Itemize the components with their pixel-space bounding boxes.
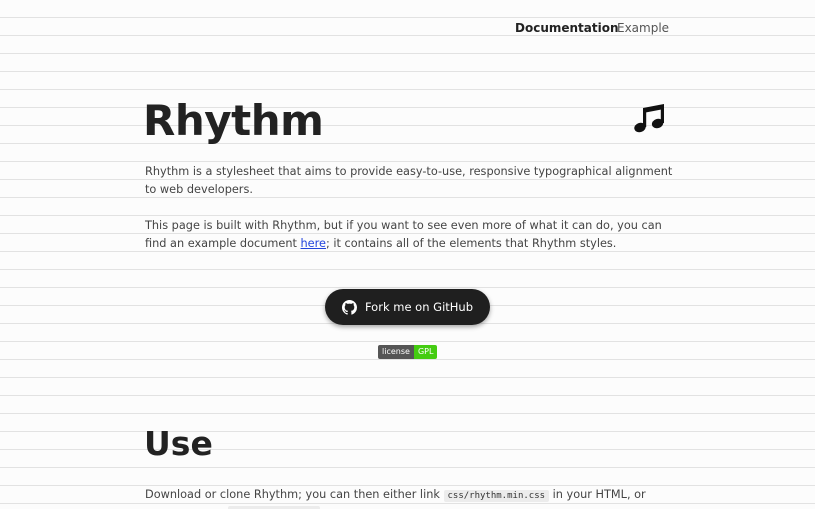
example-document-link[interactable]: here (301, 237, 326, 250)
built-with-text-end: ; it contains all of the elements that R… (325, 237, 617, 250)
use-text-end: in your HTML, or (549, 488, 646, 501)
page-title: Rhythm (143, 96, 324, 145)
use-paragraph: Download or clone Rhythm; you can then e… (145, 486, 680, 505)
license-badge-value: GPL (413, 345, 438, 359)
use-text: Download or clone Rhythm; you can then e… (145, 488, 444, 501)
intro-paragraph: Rhythm is a stylesheet that aims to prov… (145, 165, 673, 196)
github-icon (341, 299, 357, 315)
use-section-title: Use (144, 424, 213, 463)
nav-example-link[interactable]: Example (617, 20, 669, 36)
built-with-paragraph: This page is built with Rhythm, but if y… (145, 217, 680, 253)
music-note-icon (634, 104, 664, 133)
css-path-code: css/rhythm.min.css (443, 490, 550, 502)
fork-on-github-button[interactable]: Fork me on GitHub (325, 289, 490, 325)
fork-button-label: Fork me on GitHub (364, 300, 474, 314)
license-badge-key: license (378, 345, 414, 359)
license-badge[interactable]: license GPL (378, 345, 438, 359)
nav-documentation-link[interactable]: Documentation (515, 20, 619, 36)
